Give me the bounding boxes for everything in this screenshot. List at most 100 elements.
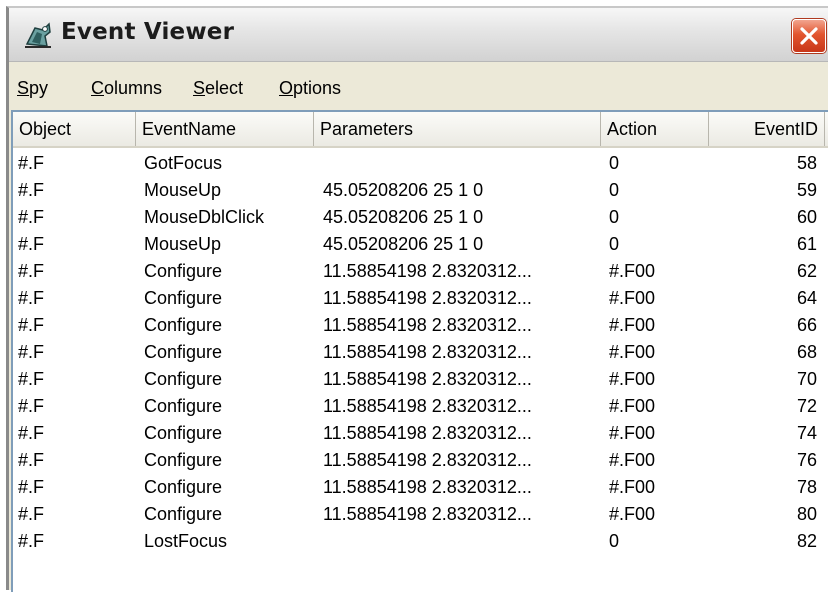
event-name-cell: Configure: [144, 396, 223, 416]
parameters-cell: 11.58854198 2.8320312...: [323, 315, 532, 335]
parameters-cell: 11.58854198 2.8320312...: [323, 504, 532, 524]
object-cell: #.F: [18, 342, 45, 362]
event-name-cell: Configure: [144, 261, 223, 281]
column-header-eventid[interactable]: EventID: [709, 112, 825, 146]
action-cell: #.F00: [609, 504, 656, 524]
parameters-cell: 11.58854198 2.8320312...: [323, 342, 532, 362]
parameters-cell: [323, 528, 598, 555]
action-cell: 0: [609, 531, 620, 551]
table-row[interactable]: #.F MouseUp 45.05208206 25 1 0 0 59: [13, 177, 828, 204]
table-row[interactable]: #.F MouseDblClick 45.05208206 25 1 0 0 60: [13, 204, 828, 231]
event-id-cell: 61: [796, 234, 817, 254]
event-name-cell: LostFocus: [144, 531, 228, 551]
action-cell: #.F00: [609, 369, 656, 389]
event-id-cell: 74: [796, 423, 817, 443]
menu-spy[interactable]: Spy: [17, 78, 48, 99]
parameters-cell: 11.58854198 2.8320312...: [323, 423, 532, 443]
event-id-cell: 80: [796, 504, 817, 524]
action-cell: #.F00: [609, 288, 656, 308]
table-row[interactable]: #.F Configure 11.58854198 2.8320312... #.F0…: [13, 393, 828, 420]
event-name-cell: Configure: [144, 342, 223, 362]
column-header-eventname[interactable]: EventName: [136, 112, 314, 146]
table-row[interactable]: #.F Configure 11.58854198 2.8320312... #.F0…: [13, 285, 828, 312]
table-row[interactable]: #.F Configure 11.58854198 2.8320312... #.F0…: [13, 339, 828, 366]
parameters-cell: 45.05208206 25 1 0: [323, 207, 484, 227]
menu-options[interactable]: Options: [279, 78, 341, 99]
event-name-cell: Configure: [144, 450, 223, 470]
action-cell: 0: [609, 180, 620, 200]
object-cell: #.F: [18, 234, 45, 254]
object-cell: #.F: [18, 369, 45, 389]
table-row[interactable]: #.F Configure 11.58854198 2.8320312... #.F0…: [13, 420, 828, 447]
table-row[interactable]: #.F Configure 11.58854198 2.8320312... #.F0…: [13, 366, 828, 393]
action-cell: #.F00: [609, 396, 656, 416]
event-name-cell: Configure: [144, 504, 223, 524]
event-name-cell: Configure: [144, 288, 223, 308]
menu-columns[interactable]: Columns: [91, 78, 162, 99]
object-cell: #.F: [18, 423, 45, 443]
action-cell: #.F00: [609, 450, 656, 470]
object-cell: #.F: [18, 396, 45, 416]
action-cell: #.F00: [609, 477, 656, 497]
close-icon: [800, 27, 818, 45]
table-row[interactable]: #.F Configure 11.58854198 2.8320312... #.F0…: [13, 447, 828, 474]
event-id-cell: 82: [796, 531, 817, 551]
list-rows: #.F GotFocus 0 58 #.F MouseUp 45.05208206 25 1…: [13, 150, 828, 555]
event-id-cell: 59: [796, 180, 817, 200]
object-cell: #.F: [18, 315, 45, 335]
event-name-cell: MouseUp: [144, 180, 222, 200]
column-header-object[interactable]: Object: [13, 112, 136, 146]
parameters-cell: 45.05208206 25 1 0: [323, 234, 484, 254]
event-name-cell: MouseDblClick: [144, 207, 265, 227]
table-row[interactable]: #.F Configure 11.58854198 2.8320312... #.F0…: [13, 258, 828, 285]
object-cell: #.F: [18, 261, 45, 281]
object-cell: #.F: [18, 450, 45, 470]
table-row[interactable]: #.F Configure 11.58854198 2.8320312... #.F0…: [13, 501, 828, 528]
event-list[interactable]: Object EventName Parameters Action Event…: [11, 110, 828, 592]
column-header-action[interactable]: Action: [601, 112, 709, 146]
table-row[interactable]: #.F Configure 11.58854198 2.8320312... #.F0…: [13, 474, 828, 501]
event-id-cell: 76: [796, 450, 817, 470]
object-cell: #.F: [18, 288, 45, 308]
action-cell: 0: [609, 153, 620, 173]
parameters-cell: 11.58854198 2.8320312...: [323, 396, 532, 416]
parameters-cell: 11.58854198 2.8320312...: [323, 477, 532, 497]
table-row[interactable]: #.F GotFocus 0 58: [13, 150, 828, 177]
column-header-parameters[interactable]: Parameters: [314, 112, 601, 146]
parameters-cell: 11.58854198 2.8320312...: [323, 288, 532, 308]
parameters-cell: [323, 150, 598, 177]
menu-select[interactable]: Select: [193, 78, 243, 99]
parameters-cell: 11.58854198 2.8320312...: [323, 369, 532, 389]
action-cell: #.F00: [609, 315, 656, 335]
action-cell: 0: [609, 234, 620, 254]
event-name-cell: MouseUp: [144, 234, 222, 254]
action-cell: #.F00: [609, 342, 656, 362]
event-viewer-window: Event Viewer Spy Columns Select Options …: [6, 6, 828, 592]
object-cell: #.F: [18, 477, 45, 497]
parameters-cell: 11.58854198 2.8320312...: [323, 450, 532, 470]
table-row[interactable]: #.F LostFocus 0 82: [13, 528, 828, 555]
event-id-cell: 58: [796, 153, 817, 173]
event-id-cell: 62: [796, 261, 817, 281]
action-cell: #.F00: [609, 423, 656, 443]
object-cell: #.F: [18, 207, 45, 227]
event-name-cell: GotFocus: [144, 153, 223, 173]
event-name-cell: Configure: [144, 477, 223, 497]
close-button[interactable]: [792, 19, 826, 53]
event-id-cell: 66: [796, 315, 817, 335]
list-header: Object EventName Parameters Action Event…: [13, 112, 828, 148]
menu-bar: Spy Columns Select Options: [9, 70, 828, 106]
table-row[interactable]: #.F MouseUp 45.05208206 25 1 0 0 61: [13, 231, 828, 258]
object-cell: #.F: [18, 153, 45, 173]
table-row[interactable]: #.F Configure 11.58854198 2.8320312... #.F0…: [13, 312, 828, 339]
title-bar[interactable]: Event Viewer: [9, 8, 828, 62]
action-cell: 0: [609, 207, 620, 227]
object-cell: #.F: [18, 504, 45, 524]
event-id-cell: 70: [796, 369, 817, 389]
event-id-cell: 60: [796, 207, 817, 227]
parameters-cell: 11.58854198 2.8320312...: [323, 261, 532, 281]
parameters-cell: 45.05208206 25 1 0: [323, 180, 484, 200]
action-cell: #.F00: [609, 261, 656, 281]
window-title: Event Viewer: [61, 19, 235, 45]
event-id-cell: 64: [796, 288, 817, 308]
